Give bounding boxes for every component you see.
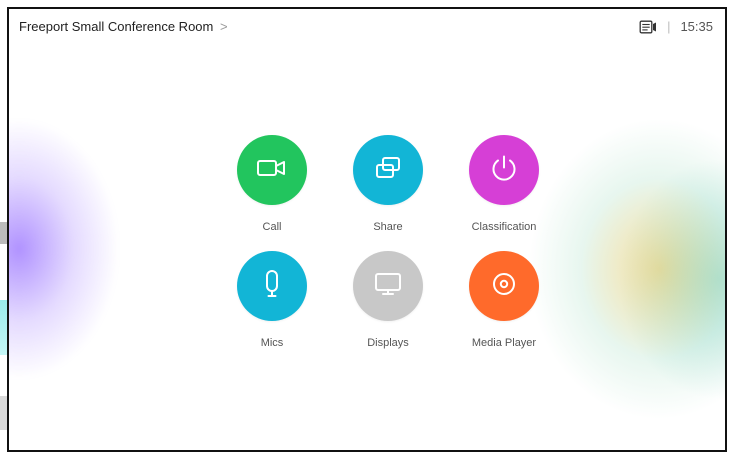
share-button[interactable]: Share: [330, 135, 446, 233]
screen-self-view-icon[interactable]: [639, 20, 657, 34]
chevron-right-icon: >: [219, 19, 228, 34]
home-tiles-grid: Call Share Classification Mics Displays …: [214, 135, 539, 349]
screen: Freeport Small Conference Room > | 15:35: [0, 0, 732, 454]
separator: |: [667, 19, 671, 34]
displays-circle: [353, 251, 423, 321]
media-disc-icon: [489, 269, 519, 304]
room-name: Freeport Small Conference Room: [19, 19, 214, 34]
displays-label: Displays: [367, 337, 409, 349]
monitor-icon: [372, 269, 404, 304]
microphone-icon: [261, 268, 283, 305]
share-screens-icon: [373, 155, 403, 186]
call-label: Call: [262, 221, 282, 233]
mics-label: Mics: [260, 337, 284, 349]
classification-circle: [469, 135, 539, 205]
room-name-button[interactable]: Freeport Small Conference Room >: [19, 19, 228, 34]
media-player-circle: [469, 251, 539, 321]
share-label: Share: [373, 221, 403, 233]
status-area: | 15:35: [639, 19, 713, 34]
media-player-button[interactable]: Media Player: [446, 251, 562, 349]
clock: 15:35: [680, 19, 713, 34]
left-background-glow: [9, 119, 119, 379]
share-circle: [353, 135, 423, 205]
classification-label: Classification: [471, 221, 537, 233]
displays-button[interactable]: Displays: [330, 251, 446, 349]
power-icon: [489, 153, 519, 188]
home-screen: Freeport Small Conference Room > | 15:35: [7, 7, 727, 452]
call-button[interactable]: Call: [214, 135, 330, 233]
top-bar: Freeport Small Conference Room > | 15:35: [9, 9, 725, 45]
mics-circle: [237, 251, 307, 321]
mics-button[interactable]: Mics: [214, 251, 330, 349]
call-circle: [237, 135, 307, 205]
classification-button[interactable]: Classification: [446, 135, 562, 233]
video-camera-icon: [256, 157, 288, 184]
media-player-label: Media Player: [471, 337, 537, 349]
